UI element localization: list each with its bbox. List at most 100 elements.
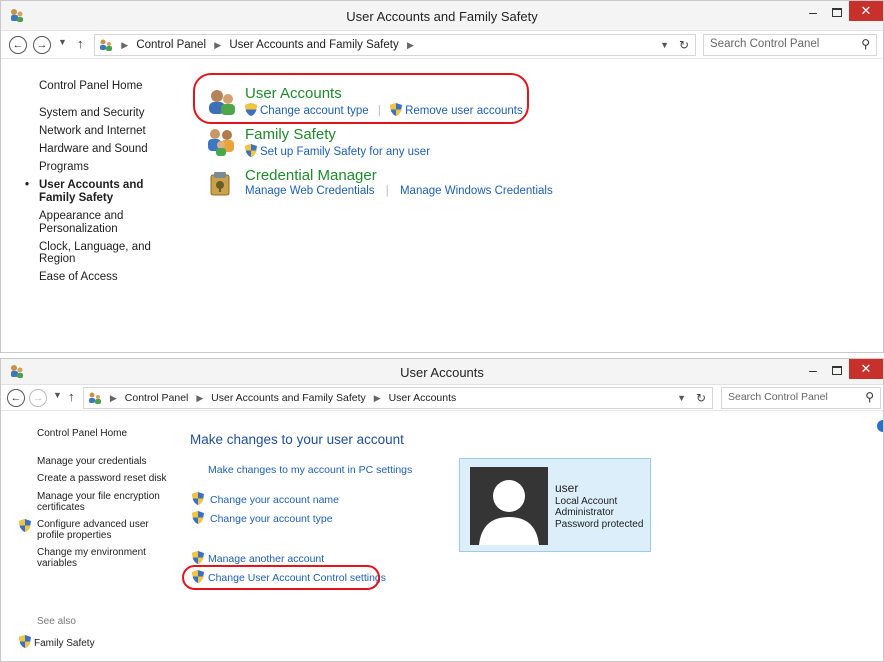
- up-button[interactable]: ↑: [77, 36, 84, 51]
- nav-clock-language-region[interactable]: Clock, Language, and Region: [39, 241, 189, 265]
- control-panel-icon: [100, 39, 112, 51]
- nav-environment-variables[interactable]: Change my environment variables: [37, 547, 149, 570]
- minimize-button[interactable]: –: [801, 3, 825, 23]
- uac-shield-icon: [390, 103, 403, 116]
- manage-web-credentials-link[interactable]: Manage Web Credentials: [245, 185, 375, 197]
- search-icon[interactable]: ⚲: [861, 37, 870, 51]
- title-bar[interactable]: User Accounts – ✕: [1, 359, 883, 385]
- maximize-button[interactable]: [825, 361, 849, 381]
- left-navigation: Control Panel Home System and Security N…: [25, 80, 189, 283]
- account-card: user Local Account Administrator Passwor…: [459, 458, 651, 552]
- up-button[interactable]: ↑: [68, 389, 75, 404]
- left-navigation: Control Panel Home Manage your credentia…: [19, 428, 177, 570]
- forward-button[interactable]: →: [29, 389, 47, 407]
- back-button[interactable]: ←: [9, 36, 27, 54]
- change-account-type-row[interactable]: Change your account type: [192, 511, 333, 525]
- search-icon[interactable]: ⚲: [865, 390, 874, 404]
- nav-ease-of-access[interactable]: Ease of Access: [39, 271, 189, 283]
- nav-advanced-profile-label: Configure advanced user profile properti…: [37, 518, 149, 542]
- user-accounts-icon: [209, 90, 235, 115]
- family-safety-heading[interactable]: Family Safety: [245, 126, 430, 143]
- search-box[interactable]: ⚲: [721, 387, 881, 409]
- address-dropdown[interactable]: ▼: [660, 40, 669, 50]
- manage-windows-credentials-link[interactable]: Manage Windows Credentials: [400, 185, 553, 197]
- nav-manage-credentials[interactable]: Manage your credentials: [37, 456, 177, 468]
- family-safety-link: Family Safety: [34, 638, 95, 649]
- recent-pages-dropdown[interactable]: ▼: [53, 390, 62, 400]
- close-button[interactable]: ✕: [849, 1, 883, 21]
- address-toolbar: ← → ▼ ↑ ▶ Control Panel ▶ User Accounts …: [1, 31, 883, 59]
- title-bar[interactable]: User Accounts and Family Safety – ✕: [1, 1, 883, 31]
- uac-shield-icon: [192, 570, 204, 583]
- uac-shield-icon: [192, 551, 204, 564]
- account-name: user: [555, 481, 579, 495]
- forward-button[interactable]: →: [33, 36, 51, 54]
- recent-pages-dropdown[interactable]: ▼: [58, 37, 67, 47]
- window-title: User Accounts: [400, 365, 484, 380]
- credential-manager-heading[interactable]: Credential Manager: [245, 167, 553, 184]
- nav-programs[interactable]: Programs: [39, 161, 189, 173]
- user-avatar-icon: [470, 467, 548, 545]
- uac-shield-icon: [192, 511, 204, 524]
- see-also-label: See also: [37, 616, 76, 627]
- help-icon[interactable]: [875, 420, 883, 432]
- uac-shield-icon: [192, 492, 204, 505]
- nav-file-encryption-certificates[interactable]: Manage your file encryption certificates: [37, 491, 162, 514]
- control-panel-icon: [89, 392, 101, 405]
- nav-control-panel-home[interactable]: Control Panel Home: [39, 80, 189, 92]
- page-heading: Make changes to your user account: [190, 432, 404, 447]
- address-toolbar: ← → ▼ ↑ ▶ Control Panel ▶ User Accounts …: [1, 385, 883, 411]
- change-account-type-link[interactable]: Change account type: [260, 105, 369, 117]
- back-button[interactable]: ←: [7, 389, 25, 407]
- see-also-family-safety[interactable]: Family Safety: [19, 635, 95, 649]
- account-type: Local Account: [555, 495, 618, 507]
- change-account-type-link[interactable]: Change your account type: [210, 513, 333, 525]
- change-account-name-row[interactable]: Change your account name: [192, 492, 339, 506]
- credential-manager-icon: [210, 172, 230, 196]
- close-button[interactable]: ✕: [849, 359, 883, 379]
- nav-system-security[interactable]: System and Security: [39, 107, 189, 119]
- manage-another-account-row[interactable]: Manage another account: [192, 551, 324, 565]
- breadcrumb-user-accounts-family-safety[interactable]: User Accounts and Family Safety: [229, 39, 398, 51]
- uac-settings-link[interactable]: Change User Account Control settings: [208, 572, 386, 584]
- user-accounts-heading[interactable]: User Accounts: [245, 85, 523, 102]
- user-accounts-family-safety-window: User Accounts and Family Safety – ✕ ← → …: [0, 0, 884, 353]
- remove-user-accounts-link[interactable]: Remove user accounts: [405, 105, 523, 117]
- minimize-button[interactable]: –: [801, 361, 825, 381]
- manage-another-account-link[interactable]: Manage another account: [208, 553, 324, 565]
- uac-settings-row[interactable]: Change User Account Control settings: [192, 570, 386, 584]
- search-box[interactable]: ⚲: [703, 34, 877, 56]
- address-bar[interactable]: ▶ Control Panel ▶ User Accounts and Fami…: [83, 387, 713, 409]
- user-accounts-window: User Accounts – ✕ ← → ▼ ↑ ▶ Control Pane…: [0, 358, 884, 662]
- uac-shield-icon: [19, 635, 31, 648]
- address-dropdown[interactable]: ▼: [677, 393, 686, 403]
- pc-settings-link[interactable]: Make changes to my account in PC setting…: [208, 464, 412, 476]
- nav-current-user-accounts[interactable]: • User Accounts and Family Safety: [25, 179, 171, 205]
- window-title: User Accounts and Family Safety: [346, 9, 538, 24]
- breadcrumb-control-panel[interactable]: Control Panel: [125, 392, 189, 404]
- search-input[interactable]: [710, 38, 840, 50]
- nav-hardware-sound[interactable]: Hardware and Sound: [39, 143, 189, 155]
- account-status: Password protected: [555, 518, 644, 530]
- breadcrumb-user-accounts[interactable]: User Accounts: [389, 392, 457, 404]
- setup-family-safety-link[interactable]: Set up Family Safety for any user: [260, 146, 430, 158]
- uac-shield-icon: [245, 103, 257, 116]
- breadcrumb-control-panel[interactable]: Control Panel: [136, 39, 206, 51]
- nav-control-panel-home[interactable]: Control Panel Home: [37, 428, 177, 440]
- breadcrumb-user-accounts-family-safety[interactable]: User Accounts and Family Safety: [211, 392, 366, 404]
- change-account-name-link[interactable]: Change your account name: [210, 494, 339, 506]
- nav-network-internet[interactable]: Network and Internet: [39, 125, 189, 137]
- nav-advanced-profile-properties[interactable]: Configure advanced user profile properti…: [19, 518, 155, 542]
- nav-current-label: User Accounts and Family Safety: [39, 179, 144, 204]
- account-role: Administrator: [555, 507, 614, 518]
- nav-appearance-personalization[interactable]: Appearance and Personalization: [39, 210, 139, 236]
- uac-shield-icon: [19, 518, 31, 532]
- maximize-button[interactable]: [825, 3, 849, 23]
- address-bar[interactable]: ▶ Control Panel ▶ User Accounts and Fami…: [94, 34, 696, 56]
- family-safety-icon: [208, 129, 234, 156]
- refresh-icon[interactable]: ↻: [679, 38, 689, 52]
- nav-password-reset-disk[interactable]: Create a password reset disk: [37, 473, 177, 485]
- uac-shield-icon: [245, 144, 257, 157]
- refresh-icon[interactable]: ↻: [696, 391, 706, 405]
- search-input[interactable]: [728, 391, 858, 403]
